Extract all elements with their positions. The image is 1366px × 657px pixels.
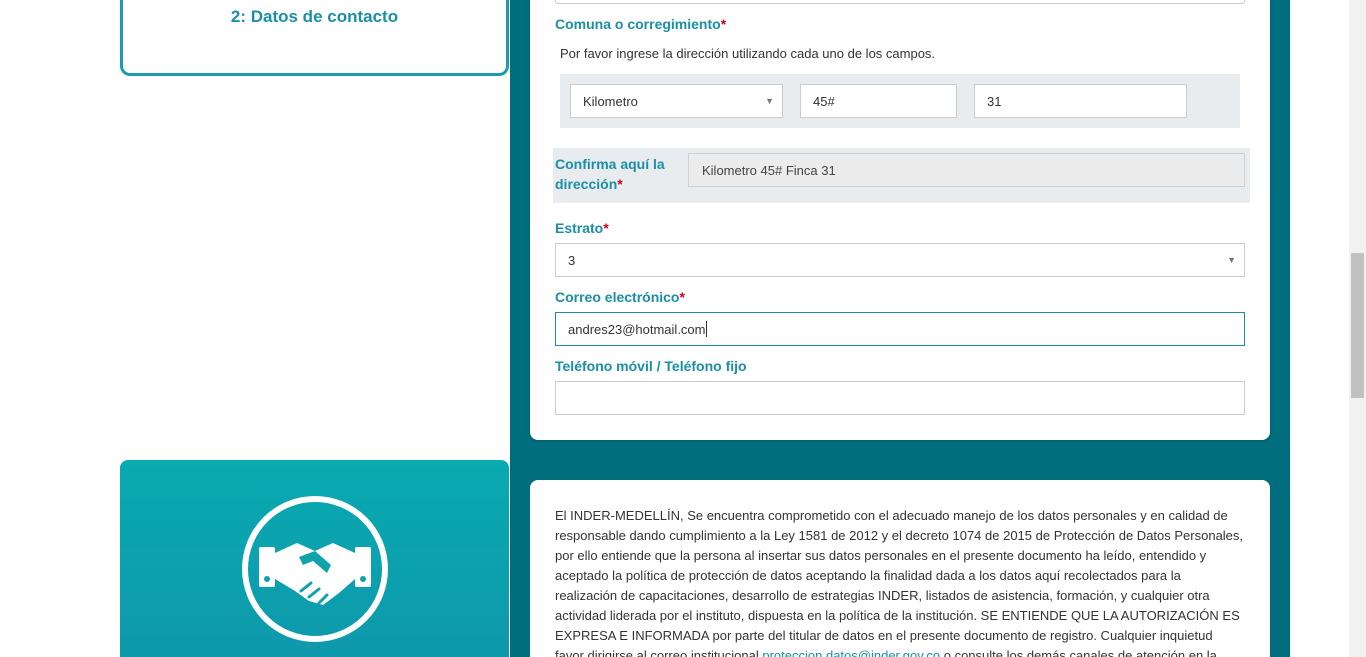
chevron-down-icon: ▼ [1227,255,1236,265]
estrato-label: Estrato* [555,220,609,236]
email-label: Correo electrónico* [555,289,685,305]
address-number-input[interactable]: 45# [800,84,957,118]
previous-field[interactable] [555,0,1245,4]
email-value: andres23@hotmail.com [568,321,706,337]
estrato-value: 3 [568,252,576,268]
address-type-select[interactable]: Kilometro ▼ [570,84,783,118]
address-extra-value: 31 [987,93,1002,109]
info-card [120,460,509,657]
confirm-address-field: Kilometro 45# Finca 31 [688,153,1245,187]
confirm-address-panel: Confirma aquí la dirección* Kilometro 45… [553,148,1250,203]
policy-email-link[interactable]: proteccion.datos@inder.gov.co [762,648,940,657]
scrollbar[interactable] [1349,0,1366,657]
text-cursor [706,321,708,337]
phone-field[interactable] [555,381,1245,415]
step-card: 2: Datos de contacto [120,0,509,76]
confirm-address-label: Confirma aquí la dirección* [555,156,665,192]
scrollbar-thumb[interactable] [1351,253,1364,398]
confirm-address-value: Kilometro 45# Finca 31 [702,162,836,178]
address-builder: Kilometro ▼ 45# 31 [560,74,1240,128]
required-mark: * [720,16,727,32]
address-type-value: Kilometro [583,93,638,109]
phone-label: Teléfono móvil / Teléfono fijo [555,358,747,374]
estrato-select[interactable]: 3 ▼ [555,243,1245,277]
page: 2: Datos de contacto Comuna o corregimie… [0,0,1366,657]
comuna-label: Comuna o corregimiento* [555,16,727,32]
contact-form-card: Comuna o corregimiento* Por favor ingres… [530,0,1270,440]
data-policy-text: El INDER-MEDELLÍN, Se encuentra comprome… [555,506,1245,657]
chevron-down-icon: ▼ [765,96,774,106]
address-extra-input[interactable]: 31 [974,84,1187,118]
address-hint: Por favor ingrese la dirección utilizand… [560,46,936,61]
step-title: 2: Datos de contacto [230,7,399,26]
data-policy-card: El INDER-MEDELLÍN, Se encuentra comprome… [530,480,1270,657]
handshake-icon [242,496,388,642]
address-number-value: 45# [813,93,835,109]
email-field[interactable]: andres23@hotmail.com [555,312,1245,346]
